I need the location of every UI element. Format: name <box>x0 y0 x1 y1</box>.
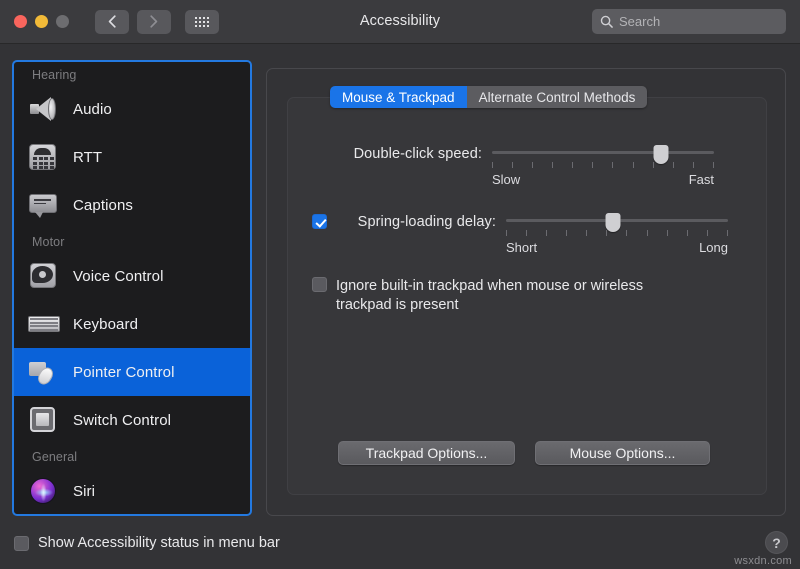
minimize-button[interactable] <box>35 15 48 28</box>
slider-ticks <box>492 162 714 168</box>
tab-alternate-control-methods[interactable]: Alternate Control Methods <box>467 86 648 108</box>
sidebar-group-motor: Motor <box>14 229 250 252</box>
spring-loading-delay-label: Spring-loading delay: <box>334 214 506 230</box>
help-button[interactable]: ? <box>765 531 788 554</box>
sidebar-item-captions[interactable]: Captions <box>14 181 250 229</box>
forward-button[interactable] <box>137 10 171 34</box>
captions-bubble-icon <box>28 191 60 219</box>
sidebar-item-label: RTT <box>73 149 102 166</box>
sidebar-item-siri[interactable]: Siri <box>14 467 250 515</box>
zoom-button[interactable] <box>56 15 69 28</box>
accessibility-preferences-window: Accessibility Hearing Audio <box>0 0 800 569</box>
watermark: wsxdn.com <box>734 555 792 567</box>
sidebar-group-general: General <box>14 444 250 467</box>
sidebar-item-voice-control[interactable]: Voice Control <box>14 252 250 300</box>
tab-mouse-trackpad[interactable]: Mouse & Trackpad <box>330 86 467 108</box>
double-click-speed-label: Double-click speed: <box>340 146 492 162</box>
navigation-buttons <box>95 10 171 34</box>
back-button[interactable] <box>95 10 129 34</box>
window-controls <box>14 15 69 28</box>
panel-tab-bar[interactable]: Mouse & Trackpad Alternate Control Metho… <box>330 86 647 108</box>
grid-apps-icon <box>195 17 209 27</box>
switch-control-icon <box>28 406 60 434</box>
search-icon <box>600 15 613 28</box>
rtt-phone-icon <box>28 143 60 171</box>
show-accessibility-status-label: Show Accessibility status in menu bar <box>38 534 280 553</box>
chevron-right-icon <box>150 15 158 28</box>
close-button[interactable] <box>14 15 27 28</box>
slider-knob[interactable] <box>653 145 668 164</box>
accessibility-features-sidebar[interactable]: Hearing Audio RTT <box>12 60 252 516</box>
voice-control-icon <box>28 262 60 290</box>
chevron-left-icon <box>108 15 116 28</box>
ignore-trackpad-checkbox[interactable] <box>312 277 327 292</box>
double-click-speed-row: Double-click speed: Slow Fast <box>340 146 714 162</box>
sidebar-scroll-area: Hearing Audio RTT <box>14 62 250 515</box>
sidebar-item-label: Keyboard <box>73 316 138 333</box>
sidebar-item-keyboard[interactable]: Keyboard <box>14 300 250 348</box>
sidebar-item-label: Pointer Control <box>73 364 175 381</box>
show-all-button[interactable] <box>185 10 219 34</box>
speaker-icon <box>28 95 60 123</box>
double-click-fast-label: Fast <box>689 172 714 187</box>
show-accessibility-status-checkbox[interactable] <box>14 536 29 551</box>
sidebar-group-hearing: Hearing <box>14 62 250 85</box>
show-status-row[interactable]: Show Accessibility status in menu bar <box>14 534 280 553</box>
sidebar-item-label: Siri <box>73 483 95 500</box>
ignore-trackpad-row[interactable]: Ignore built-in trackpad when mouse or w… <box>312 277 702 315</box>
trackpad-options-button[interactable]: Trackpad Options... <box>338 441 515 465</box>
slider-knob[interactable] <box>605 213 620 232</box>
mouse-options-button[interactable]: Mouse Options... <box>535 441 710 465</box>
pointer-control-icon <box>28 358 60 386</box>
slider-ticks <box>506 230 728 236</box>
search-input[interactable] <box>619 14 795 29</box>
sidebar-item-switch-control[interactable]: Switch Control <box>14 396 250 444</box>
sidebar-item-label: Captions <box>73 197 133 214</box>
help-question-icon: ? <box>772 535 781 551</box>
sidebar-item-label: Voice Control <box>73 268 164 285</box>
window-titlebar: Accessibility <box>0 0 800 44</box>
search-field-container[interactable] <box>592 9 786 34</box>
sidebar-item-rtt[interactable]: RTT <box>14 133 250 181</box>
sidebar-item-label: Audio <box>73 101 112 118</box>
slider-track <box>492 151 714 154</box>
siri-orb-icon <box>28 477 60 505</box>
sidebar-item-pointer-control[interactable]: Pointer Control <box>14 348 250 396</box>
double-click-slow-label: Slow <box>492 172 520 187</box>
panel-action-buttons: Trackpad Options... Mouse Options... <box>338 441 710 465</box>
sidebar-item-audio[interactable]: Audio <box>14 85 250 133</box>
keyboard-icon <box>28 310 60 338</box>
ignore-trackpad-label: Ignore built-in trackpad when mouse or w… <box>336 277 696 315</box>
spring-loading-checkbox[interactable] <box>312 214 327 229</box>
spring-loading-delay-row: Spring-loading delay: Short Long <box>312 214 728 230</box>
sidebar-item-label: Switch Control <box>73 412 171 429</box>
spring-loading-long-label: Long <box>699 240 728 255</box>
spring-loading-short-label: Short <box>506 240 537 255</box>
